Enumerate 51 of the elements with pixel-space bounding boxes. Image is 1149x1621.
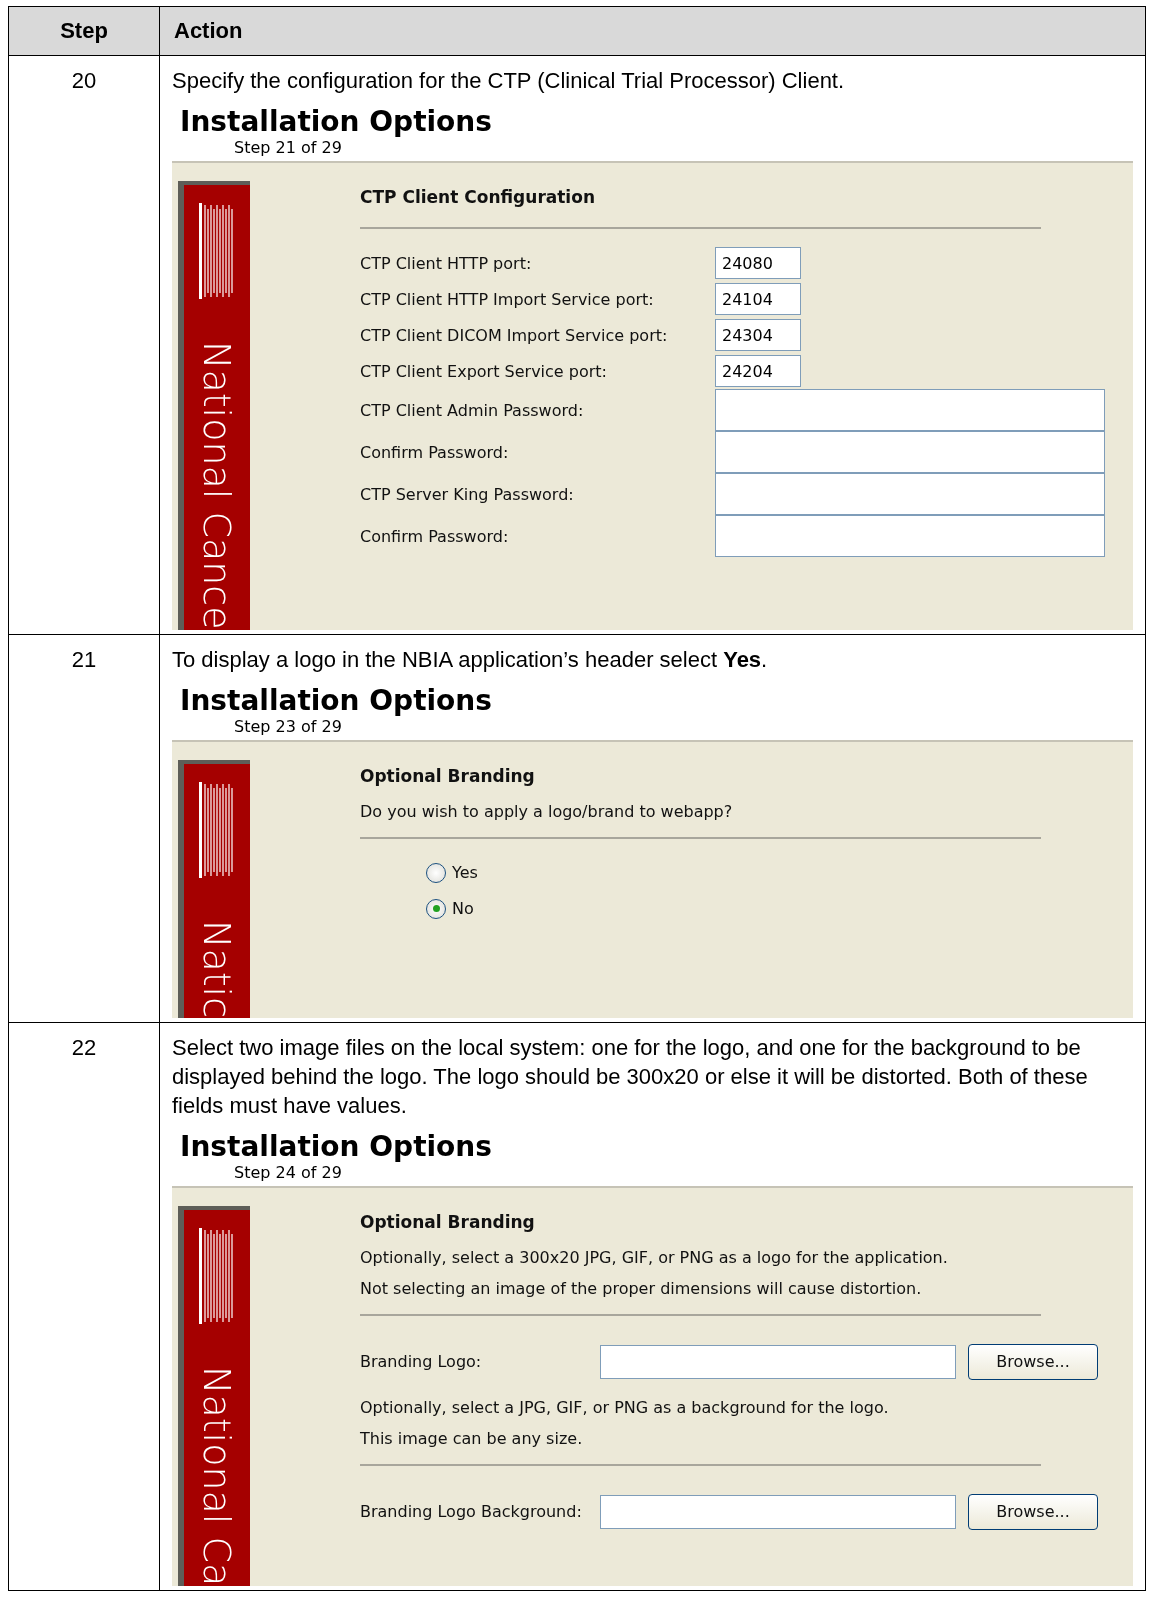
- field-label: CTP Client Export Service port:: [360, 361, 608, 381]
- browse-button[interactable]: Browse...: [968, 1493, 1098, 1530]
- description-text: Not selecting an image of the proper dimensions will cause distortion.: [360, 1278, 922, 1298]
- section-title: Optional Branding: [360, 1211, 535, 1232]
- field-label: CTP Client Admin Password:: [360, 400, 585, 420]
- field-label: CTP Server King Password:: [360, 484, 575, 504]
- step-number: 22: [71, 1034, 97, 1060]
- section-title: Optional Branding: [360, 765, 535, 786]
- instruction-text: Select two image files on the local system: one for the logo, and one for the background to be displayed behind the logo. The logo should be 300x20 or else it will be distorted. Both of these fields must have values.: [172, 1033, 1089, 1120]
- port-input-field[interactable]: 24204: [715, 355, 801, 387]
- description-text: Optionally, select a JPG, GIF, or PNG as a background for the logo.: [360, 1397, 889, 1417]
- sidebar-text: National Cance: [198, 341, 236, 630]
- file-path-field[interactable]: [600, 1494, 956, 1529]
- screen-heading: Installation Options: [180, 1129, 493, 1163]
- step-number: 20: [71, 68, 97, 93]
- field-label: Confirm Password:: [360, 526, 510, 546]
- step-label: Step 21 of 29: [234, 138, 343, 157]
- field-label: CTP Client HTTP port:: [360, 253, 533, 273]
- field-label: Branding Logo:: [360, 1352, 483, 1372]
- screen-heading: Installation Options: [180, 105, 493, 138]
- column-header: Action: [159, 6, 1146, 56]
- instruction-text: Specify the configuration for the CTP (Clinical Trial Processor) Client.: [172, 67, 846, 95]
- description-text: This image can be any size.: [360, 1428, 583, 1448]
- section-title: CTP Client Configuration: [360, 187, 595, 207]
- radio-label[interactable]: No: [452, 899, 474, 919]
- file-path-field[interactable]: [600, 1344, 956, 1379]
- sidebar-text: Natic: [198, 919, 236, 1018]
- column-header: Step: [8, 6, 160, 56]
- browse-button[interactable]: Browse...: [968, 1343, 1098, 1380]
- sidebar-text: National Ca: [198, 1365, 236, 1586]
- screen-heading: Installation Options: [180, 683, 493, 717]
- password-input-field[interactable]: [715, 389, 1105, 431]
- description-text: Optionally, select a 300x20 JPG, GIF, or PNG as a logo for the application.: [360, 1247, 948, 1267]
- radio-label[interactable]: Yes: [452, 863, 478, 883]
- field-label: CTP Client HTTP Import Service port:: [360, 289, 655, 309]
- field-label: Branding Logo Background:: [360, 1502, 583, 1522]
- password-input-field[interactable]: [715, 515, 1105, 557]
- field-label: Confirm Password:: [360, 442, 510, 462]
- step-label: Step 23 of 29: [234, 716, 343, 736]
- step-number: 21: [71, 646, 97, 672]
- port-input-field[interactable]: 24104: [715, 283, 801, 315]
- password-input-field[interactable]: [715, 431, 1105, 473]
- radio-button[interactable]: [426, 862, 446, 883]
- password-input-field[interactable]: [715, 473, 1105, 515]
- port-input-field[interactable]: 24304: [715, 319, 801, 351]
- description-text: Do you wish to apply a logo/brand to webapp?: [360, 801, 733, 821]
- port-input-field[interactable]: 24080: [715, 247, 801, 279]
- field-label: CTP Client DICOM Import Service port:: [360, 325, 669, 345]
- step-label: Step 24 of 29: [234, 1162, 343, 1182]
- instruction-text: To display a logo in the NBIA application’s header select Yes.: [172, 645, 769, 674]
- radio-button[interactable]: [426, 898, 446, 919]
